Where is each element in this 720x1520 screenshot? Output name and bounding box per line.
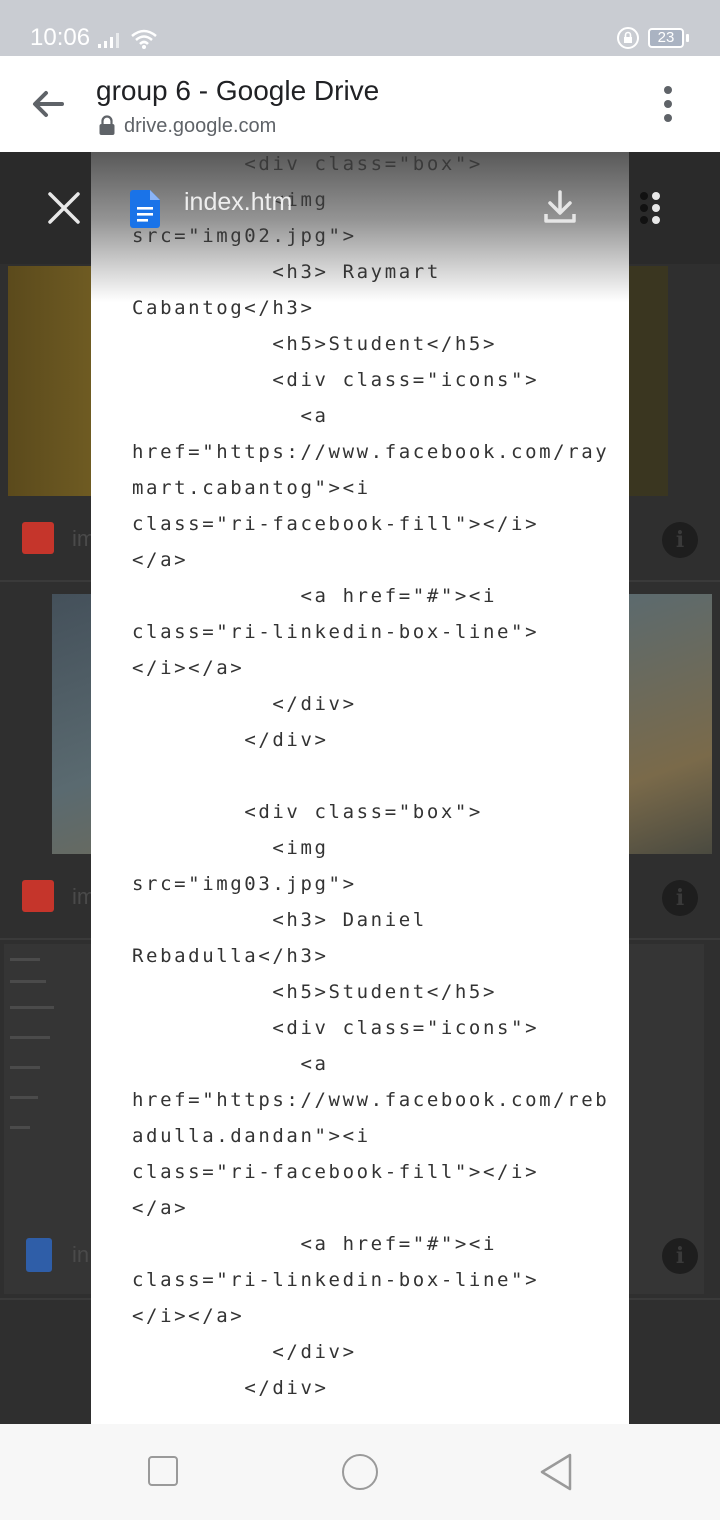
system-nav-bar [0, 1424, 720, 1520]
recent-apps-icon[interactable] [148, 1456, 178, 1486]
document-preview[interactable]: <div class="box"> <img src="img02.jpg"> … [91, 152, 629, 1424]
battery-level: 23 [657, 29, 675, 46]
image-file-icon [22, 522, 54, 554]
browser-header: group 6 - Google Drive drive.google.com [0, 56, 720, 152]
page-url: drive.google.com [124, 115, 277, 137]
battery-tip [686, 34, 689, 42]
wifi-icon [131, 29, 157, 49]
file-name[interactable]: in [72, 1242, 89, 1268]
status-bar: 10:06 23 [0, 0, 720, 56]
download-icon[interactable] [542, 188, 578, 226]
home-icon[interactable] [342, 1454, 378, 1490]
back-arrow-icon[interactable] [28, 84, 68, 124]
info-icon[interactable]: i [662, 1238, 698, 1274]
more-vert-icon[interactable] [656, 84, 680, 124]
signal-icon [98, 33, 119, 48]
more-vert-icon[interactable] [636, 190, 676, 226]
code-text: <div class="box"> <img src="img02.jpg"> … [132, 153, 610, 1399]
battery-icon: 23 [648, 28, 684, 48]
nav-back-icon[interactable] [538, 1452, 574, 1492]
lock-icon [99, 115, 115, 135]
file-title: index.htm [184, 188, 293, 216]
info-icon[interactable]: i [662, 880, 698, 916]
close-icon[interactable] [46, 190, 82, 226]
image-file-icon [22, 880, 54, 912]
status-time: 10:06 [30, 24, 91, 51]
info-icon[interactable]: i [662, 522, 698, 558]
docs-file-icon [26, 1238, 52, 1272]
image-thumbnail-edge [628, 266, 668, 496]
page-title: group 6 - Google Drive [96, 75, 380, 106]
rotation-lock-icon [617, 27, 639, 49]
docs-file-icon [130, 190, 160, 228]
